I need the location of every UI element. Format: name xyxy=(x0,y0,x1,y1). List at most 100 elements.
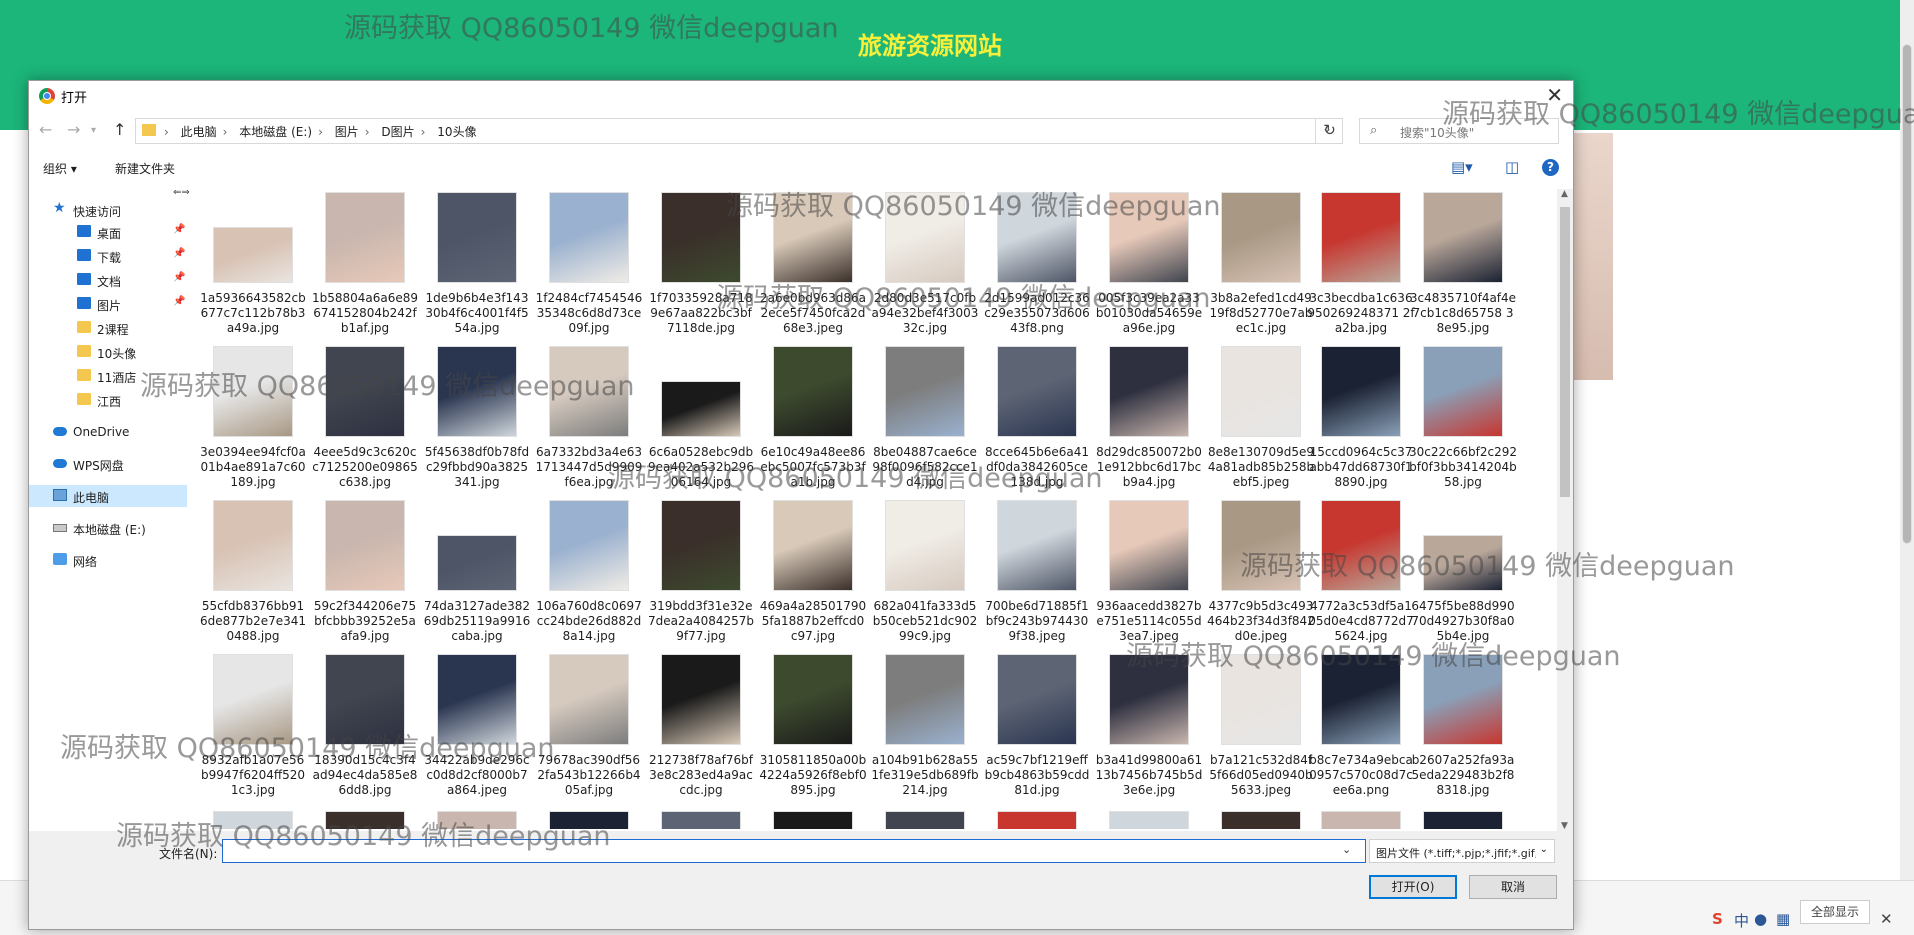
file-item[interactable]: 106a760d8c0697cc24bde26d882d8a14.jpg xyxy=(535,500,643,653)
file-item[interactable]: 8be04887cae6ce98f0096f582cce1d4.jpg xyxy=(871,346,979,499)
nav-item[interactable]: 2课程 xyxy=(29,317,187,339)
nav-item[interactable]: 图片 📌 xyxy=(29,293,187,315)
file-item[interactable]: 936aacedd3827be751e5114c055d3ea7.jpeg xyxy=(1095,500,1203,653)
file-item[interactable]: 8d29dc850072b01e912bbc6d17bcb9a4.jpg xyxy=(1095,346,1203,499)
breadcrumb-item[interactable]: 10头像 xyxy=(437,125,476,139)
file-item[interactable]: 1b58804a6a6e89674152804b242fb1af.jpg xyxy=(311,192,419,345)
file-item[interactable]: 8e8e130709d5e94a81adb85b258bebf5.jpeg xyxy=(1207,346,1315,499)
image-thumbnail[interactable] xyxy=(213,811,293,829)
file-item[interactable]: 1f70335928a7189e67aa822bc3bf7118de.jpg xyxy=(647,192,755,345)
nav-item[interactable]: 本地磁盘 (E:) xyxy=(29,517,187,539)
nav-item[interactable]: 此电脑 xyxy=(29,485,187,507)
file-item[interactable]: 2d1599ad012c36c29e355073d60643f8.png xyxy=(983,192,1091,345)
breadcrumb-item[interactable]: D图片 xyxy=(381,125,414,139)
nav-item[interactable]: OneDrive xyxy=(29,421,187,443)
nav-item[interactable]: 文档 📌 xyxy=(29,269,187,291)
ime-chinese-icon[interactable]: 中 xyxy=(1734,910,1749,931)
file-item[interactable]: b7a121c532d84f5f66d05ed0940b5633.jpeg xyxy=(1207,654,1315,807)
file-item[interactable]: 8cce645b6e6a41df0da3842605ce138d.jpg xyxy=(983,346,1091,499)
image-thumbnail[interactable] xyxy=(773,811,853,829)
file-item[interactable]: 4772a3c53df5a105d0e4cd8772d75624.jpg xyxy=(1307,500,1415,653)
search-input[interactable]: ⌕ 搜索"10头像" xyxy=(1359,118,1559,144)
nav-item[interactable]: 11酒店 xyxy=(29,365,187,387)
nav-item[interactable]: 江西 xyxy=(29,389,187,411)
show-all-button[interactable]: 全部显示 xyxy=(1800,900,1870,924)
file-item[interactable]: 34422ab9de296cc0d8d2cf8000b7a864.jpeg xyxy=(423,654,531,807)
file-item[interactable]: 6c6a0528ebc9db9ea402a532b29606164.jpg xyxy=(647,349,755,499)
breadcrumb-item[interactable]: 此电脑 xyxy=(181,125,217,139)
refresh-icon[interactable]: ↻ xyxy=(1315,118,1343,144)
file-item[interactable]: 6a7332bd3a4e631713447d5d9909f6ea.jpg xyxy=(535,346,643,499)
image-thumbnail[interactable] xyxy=(1423,811,1503,829)
file-list-scrollbar[interactable]: ▲ ▼ xyxy=(1557,189,1573,831)
file-item[interactable]: 682a041fa333d5b50ceb521dc90299c9.jpg xyxy=(871,500,979,653)
organize-button[interactable]: 组织 ▾ xyxy=(43,160,77,177)
file-item[interactable]: 59c2f344206e75bfcbbb39252e5aafa9.jpg xyxy=(311,500,419,653)
image-thumbnail[interactable] xyxy=(1321,811,1401,829)
file-item[interactable]: ac59c7bf1219effb9cb4863b59cdd81d.jpg xyxy=(983,654,1091,807)
file-item[interactable]: 6475f5be88d99070d4927b30f8a05b4e.jpg xyxy=(1409,503,1517,653)
image-thumbnail[interactable] xyxy=(437,811,517,829)
file-item[interactable]: 319bdd3f31e32e7dea2a4084257b9f77.jpg xyxy=(647,500,755,653)
file-item[interactable]: b2607a252fa93a5eda229483b2f88318.jpg xyxy=(1409,654,1517,807)
nav-item[interactable]: ★ 快速访问 xyxy=(29,199,187,221)
page-scrollbar[interactable] xyxy=(1900,0,1914,880)
file-item[interactable]: 3c4835710f4af4e7cb1c8d65758 38e95.jpg xyxy=(1409,192,1517,345)
nav-item[interactable]: 网络 xyxy=(29,549,187,571)
view-options-icon[interactable]: ▤▾ xyxy=(1451,158,1473,176)
file-item[interactable]: 005f3c39ea2a33b01030da54659ea96e.jpg xyxy=(1095,192,1203,345)
file-item[interactable]: 5f45638df0b78fdc29fbbd90a3825341.jpg xyxy=(423,346,531,499)
file-item[interactable]: 6e10c49a48ee86ebc5007fc573b3fa1b.jpg xyxy=(759,346,867,499)
filename-dropdown-icon[interactable]: ⌄ xyxy=(1342,843,1351,856)
cancel-button[interactable]: 取消 xyxy=(1469,875,1557,899)
microphone-icon[interactable]: ● xyxy=(1754,910,1767,928)
address-bar[interactable]: › 此电脑 › 本地磁盘 (E:) › 图片 › D图片 › 10头像 ⌄ xyxy=(135,118,1343,144)
file-item[interactable]: 30c22c66bf2c292bf0f3bb3414204b58.jpg xyxy=(1409,346,1517,499)
close-icon[interactable]: ✕ xyxy=(1546,83,1563,107)
file-item[interactable]: 2a6e0bd963d86a2ece5f7450fca2d68e3.jpeg xyxy=(759,192,867,345)
image-thumbnail[interactable] xyxy=(997,811,1077,829)
file-item[interactable]: 3c3becdba1c636950269248371 2fa2ba.jpg xyxy=(1307,192,1415,345)
file-item[interactable]: b3a41d99800a6113b7456b745b5d3e6e.jpg xyxy=(1095,654,1203,807)
image-thumbnail[interactable] xyxy=(661,811,741,829)
new-folder-button[interactable]: 新建文件夹 xyxy=(115,160,175,177)
breadcrumb-item[interactable]: 图片 xyxy=(335,125,359,139)
file-item[interactable]: b8c7e734a9ebca0957c570c08d7cee6a.png xyxy=(1307,654,1415,807)
file-item[interactable]: 79678ac390df562fa543b12266b405af.jpg xyxy=(535,654,643,807)
file-item[interactable]: 3b8a2efed1cd4919f8d52770e7abec1c.jpg xyxy=(1207,192,1315,345)
file-item[interactable]: 15ccd0964c5c37abb47dd68730f18890.jpg xyxy=(1307,346,1415,499)
image-thumbnail[interactable] xyxy=(325,811,405,829)
file-item[interactable]: 1f2484cf745454635348c6d8d73ce09f.jpg xyxy=(535,192,643,345)
file-item[interactable]: 700be6d71885f1bf9c243b9744309f38.jpeg xyxy=(983,500,1091,653)
breadcrumb-item[interactable]: 本地磁盘 (E:) xyxy=(239,125,312,139)
file-item[interactable]: 2d80d3e517c0fba94e32bef4f300332c.jpg xyxy=(871,192,979,345)
file-item[interactable]: 469a4a285017905fa1887b2effcd0c97.jpg xyxy=(759,500,867,653)
help-icon[interactable]: ? xyxy=(1542,159,1559,176)
nav-item[interactable]: 10头像 xyxy=(29,341,187,363)
image-thumbnail[interactable] xyxy=(549,811,629,829)
file-item[interactable]: 4377c9b5d3c493464b23f34d3f842d0e.jpeg xyxy=(1207,500,1315,653)
open-button[interactable]: 打开(O) xyxy=(1369,875,1457,899)
recent-dropdown-icon[interactable]: ▾ xyxy=(91,125,96,136)
nav-item[interactable]: 桌面 📌 xyxy=(29,221,187,243)
filename-input[interactable] xyxy=(222,839,1366,863)
up-arrow-icon[interactable]: ↑ xyxy=(113,120,126,139)
file-item[interactable]: a104b91b628a551fe319e5db689fb214.jpg xyxy=(871,654,979,807)
sogou-ime-icon[interactable]: S xyxy=(1712,910,1723,928)
nav-item[interactable]: 下载 📌 xyxy=(29,245,187,267)
keyboard-icon[interactable]: ▦ xyxy=(1776,910,1790,928)
file-item[interactable]: 1de9b6b4e3f14330b4f6c4001f4f554a.jpg xyxy=(423,192,531,345)
forward-arrow-icon[interactable]: → xyxy=(67,120,80,139)
preview-pane-icon[interactable]: ◫ xyxy=(1505,158,1519,176)
file-item[interactable]: 1a5936643582cb677c7c112b78b3a49a.jpg xyxy=(199,195,307,345)
file-item[interactable]: 8932afb1a07e56b9947f6204ff5201c3.jpg xyxy=(199,654,307,807)
image-thumbnail[interactable] xyxy=(1221,811,1301,829)
image-thumbnail[interactable] xyxy=(1109,811,1189,829)
tray-close-icon[interactable]: ✕ xyxy=(1880,910,1893,928)
file-item[interactable]: 55cfdb8376bb916de877b2e7e3410488.jpg xyxy=(199,500,307,653)
file-item[interactable]: 212738f78af76bf3e8c283ed4a9accdc.jpg xyxy=(647,654,755,807)
file-item[interactable]: 3e0394ee94fcf0a01b4ae891a7c60189.jpg xyxy=(199,346,307,499)
file-item[interactable]: 74da3127ade38269db25119a9916caba.jpg xyxy=(423,503,531,653)
back-arrow-icon[interactable]: ← xyxy=(39,120,52,139)
nav-item[interactable]: WPS网盘 xyxy=(29,453,187,475)
